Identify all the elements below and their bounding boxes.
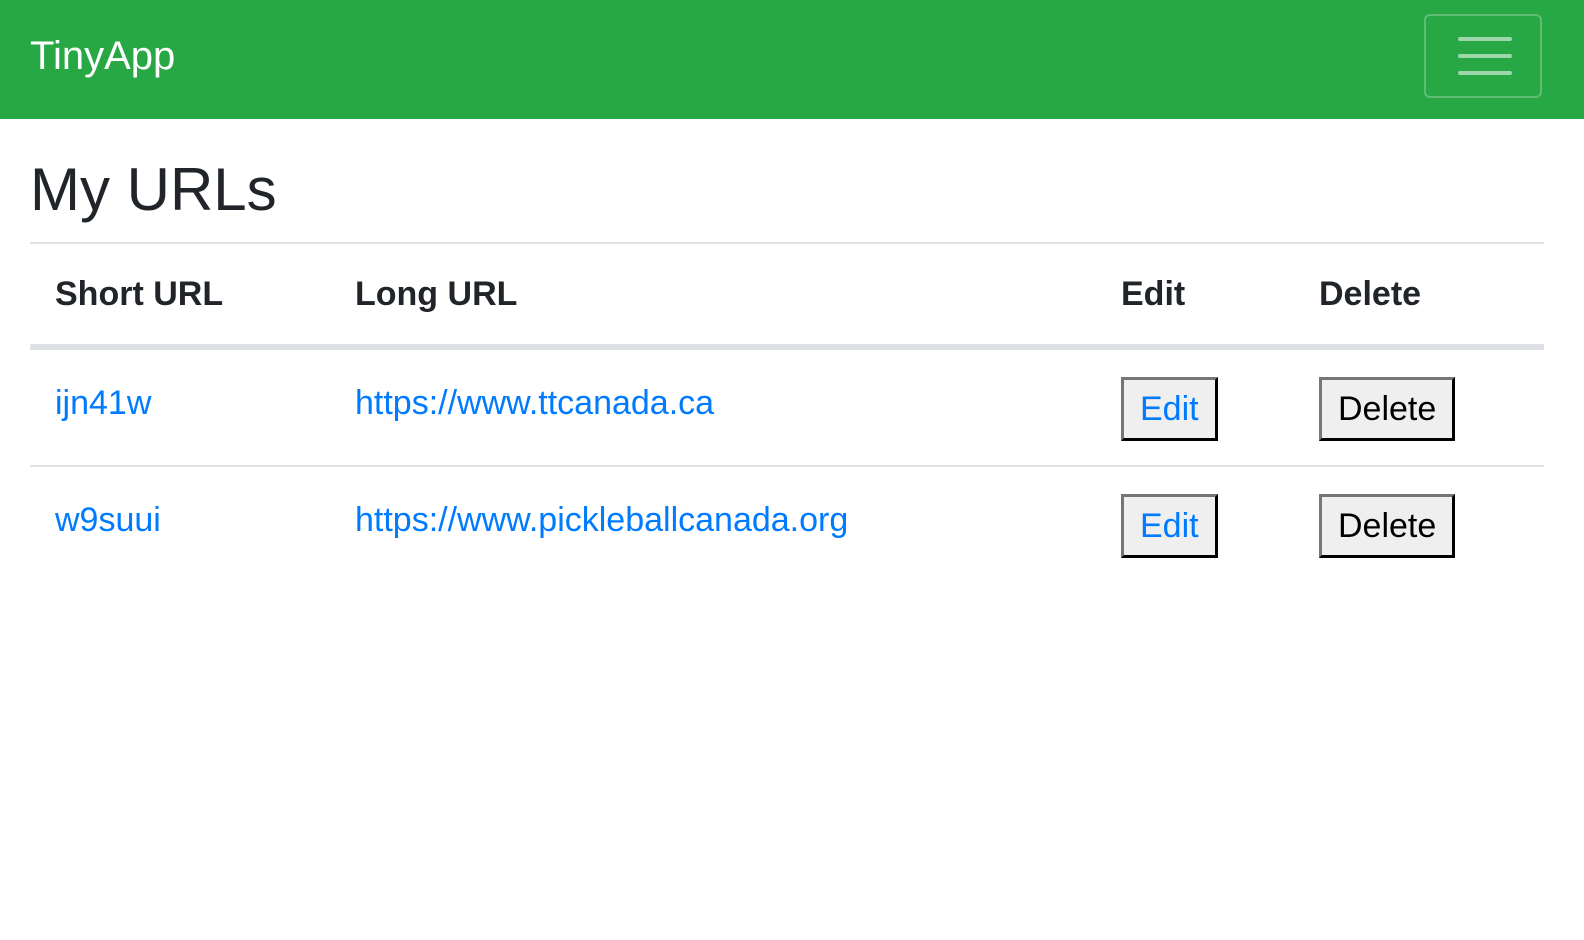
table-header-row: Short URL Long URL Edit Delete bbox=[30, 242, 1544, 350]
delete-button[interactable]: Delete bbox=[1319, 494, 1456, 558]
short-url-link[interactable]: ijn41w bbox=[55, 384, 151, 422]
header-delete: Delete bbox=[1294, 242, 1544, 350]
header-edit: Edit bbox=[1096, 242, 1294, 350]
table-row: w9suui https://www.pickleballcanada.org … bbox=[30, 466, 1544, 585]
header-short-url: Short URL bbox=[30, 242, 330, 350]
urls-table: Short URL Long URL Edit Delete ijn41w ht… bbox=[30, 242, 1544, 585]
delete-button[interactable]: Delete bbox=[1319, 377, 1456, 441]
table-row: ijn41w https://www.ttcanada.ca Edit Dele… bbox=[30, 347, 1544, 467]
edit-button[interactable]: Edit bbox=[1121, 377, 1218, 441]
header-long-url: Long URL bbox=[330, 242, 1096, 350]
long-url-link[interactable]: https://www.pickleballcanada.org bbox=[355, 501, 848, 539]
long-url-link[interactable]: https://www.ttcanada.ca bbox=[355, 384, 714, 422]
short-url-link[interactable]: w9suui bbox=[55, 501, 161, 539]
page-title: My URLs bbox=[30, 156, 277, 223]
brand-link[interactable]: TinyApp bbox=[30, 30, 175, 82]
navbar-toggle-button[interactable] bbox=[1424, 14, 1542, 98]
navbar: TinyApp bbox=[0, 0, 1584, 119]
edit-button[interactable]: Edit bbox=[1121, 494, 1218, 558]
